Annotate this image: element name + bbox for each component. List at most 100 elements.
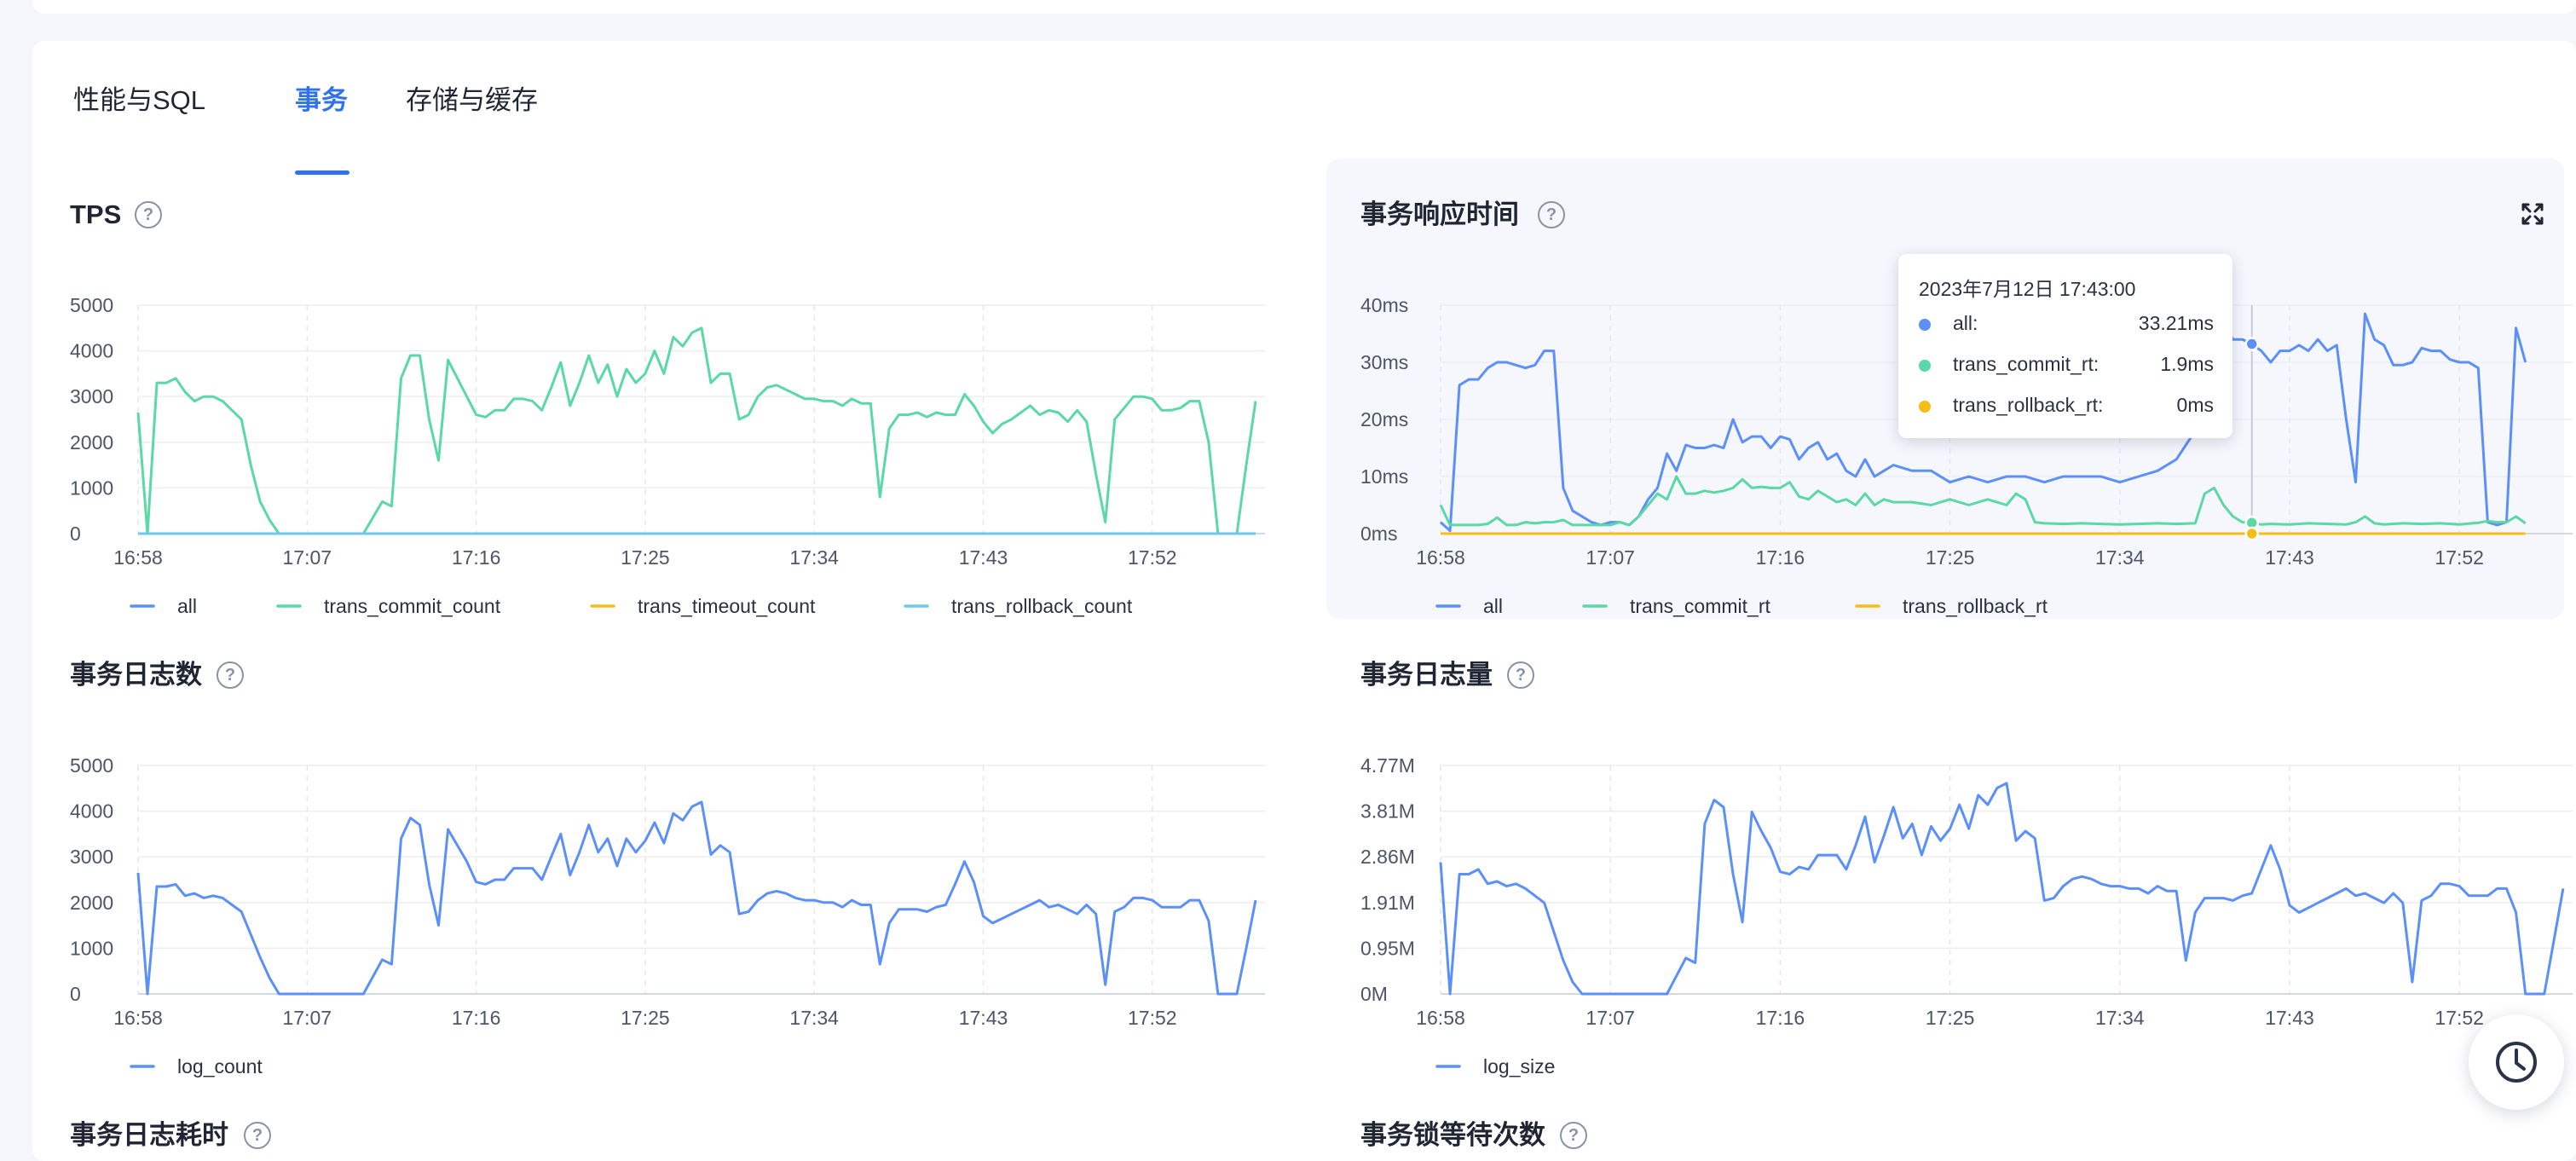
y-tick-label: 3.81M [1360,800,1415,823]
x-tick-label: 16:58 [1416,1007,1465,1029]
crosshair-point [2244,526,2259,541]
tps-chart: 0 1000 2000 3000 4000 5000 16:58 17:07 17:16 17:2… [70,294,1265,617]
x-tick-label: 17:25 [621,1007,670,1029]
tooltip-row: all: 33.21ms [1919,312,2214,338]
x-tick-label: 17:16 [1756,1007,1805,1029]
legend-item-trans_commit_rt[interactable]: trans_commit_rt [1582,595,1770,617]
tooltip-series-name: all: [1953,312,1978,334]
y-tick-label: 2000 [70,431,113,453]
chart-tooltip: 2023年7月12日 17:43:00 all: 33.21ms trans_c… [1898,254,2232,438]
x-tick-label: 17:16 [1756,546,1805,569]
y-tick-label: 5000 [70,754,113,777]
tab-performance-sql[interactable]: 性能与SQL [73,75,205,126]
tooltip-row: trans_rollback_rt: 0ms [1919,394,2214,419]
legend-label: trans_commit_count [324,595,501,617]
legend-item-trans_timeout_count[interactable]: trans_timeout_count [590,595,816,617]
y-tick-label: 40ms [1360,294,1408,316]
legend-label: log_count [177,1055,263,1077]
panel-title: 事务日志耗时 [70,1120,228,1150]
x-tick-label: 17:16 [452,1007,501,1029]
active-tab-indicator [295,170,349,175]
tooltip-title: 2023年7月12日 17:43:00 [1919,278,2136,300]
legend-item-log_count[interactable]: log_count [130,1055,263,1077]
legend-item-all[interactable]: all [1435,595,1503,617]
y-tick-label: 4000 [70,340,113,362]
tooltip-series-value: 33.21ms [2138,312,2214,334]
tooltip-row: trans_commit_rt: 1.9ms [1919,353,2214,378]
x-tick-label: 17:43 [959,1007,1008,1029]
legend-item-all[interactable]: all [130,595,197,617]
x-tick-label: 16:58 [1416,546,1465,569]
y-tick-label: 2.86M [1360,846,1415,868]
expand-icon[interactable] [2521,203,2544,225]
help-icon[interactable]: ? [217,661,244,689]
legend-label: trans_rollback_count [951,595,1133,617]
y-tick-label: 4.77M [1360,754,1415,777]
panel-title: 事务响应时间 [1360,199,1519,229]
panel-title: 事务锁等待次数 [1360,1120,1545,1150]
history-button[interactable] [2469,1014,2564,1110]
tab-transaction[interactable]: 事务 [295,75,348,126]
series-dot-icon [1919,401,1931,413]
panel-title: TPS [70,199,122,229]
monitor-card: 性能与SQL 事务 存储与缓存 TPS ? 0 1000 2000 3000 4000 5… [32,41,2576,1161]
x-tick-label: 17:43 [959,546,1008,569]
x-tick-label: 16:58 [113,546,163,569]
legend-label: trans_rollback_rt [1903,595,2048,617]
x-tick-label: 17:43 [2265,546,2314,569]
legend-item-trans_rollback_rt[interactable]: trans_rollback_rt [1855,595,2048,617]
tab-storage-cache[interactable]: 存储与缓存 [406,75,538,126]
x-tick-label: 17:16 [452,546,501,569]
log-time-panel: 事务日志耗时 ? [32,1098,1311,1161]
x-tick-label: 17:25 [1926,1007,1975,1029]
help-icon[interactable]: ? [1507,661,1534,689]
log-size-chart: 0M 0.95M 1.91M 2.86M 3.81M 4.77M 16:58 17:07 17:… [1360,754,2573,1077]
log-count-panel: 事务日志数 ? [32,638,1311,706]
crosshair-point [2244,337,2259,351]
x-tick-label: 17:07 [283,1007,332,1029]
legend-item-trans_rollback_count[interactable]: trans_rollback_count [904,595,1133,617]
help-icon[interactable]: ? [1560,1122,1587,1149]
panel-title: 事务日志数 [70,660,202,690]
series-line-trans_commit_count [136,326,1257,535]
x-tick-label: 17:34 [789,1007,839,1029]
y-tick-label: 0M [1360,983,1388,1005]
log-count-chart: 0 1000 2000 3000 4000 5000 16:58 17:07 17:16 17:2… [70,754,1265,1077]
x-tick-label: 17:34 [2095,546,2145,569]
y-tick-label: 10ms [1360,465,1408,488]
legend-label: all [177,595,197,617]
y-tick-label: 5000 [70,294,113,316]
y-tick-label: 20ms [1360,408,1408,430]
lock-wait-panel: 事务锁等待次数 ? [1326,1098,2564,1161]
x-tick-label: 17:52 [1128,546,1177,569]
x-tick-label: 17:52 [2434,546,2484,569]
series-line-trans_commit_rt [1439,475,2527,527]
y-tick-label: 3000 [70,385,113,407]
y-tick-label: 0.95M [1360,937,1415,959]
tooltip-series-name: trans_rollback_rt: [1953,394,2104,416]
log-size-panel: 事务日志量 ? [1326,638,2564,706]
legend-item-trans_commit_count[interactable]: trans_commit_count [276,595,501,617]
help-icon[interactable]: ? [244,1122,271,1149]
x-tick-label: 17:43 [2265,1007,2314,1029]
x-tick-label: 17:34 [2095,1007,2145,1029]
legend-label: log_size [1483,1055,1555,1077]
help-icon[interactable]: ? [135,201,162,228]
tooltip-series-name: trans_commit_rt: [1953,353,2099,375]
legend-label: trans_commit_rt [1630,595,1770,617]
help-icon[interactable]: ? [1538,201,1565,228]
x-tick-label: 16:58 [113,1007,163,1029]
y-tick-label: 0 [70,523,81,545]
tooltip-series-value: 1.9ms [2160,353,2214,375]
y-tick-label: 0ms [1360,523,1397,545]
series-line-log_count [136,800,1257,996]
panel-title: 事务日志量 [1360,660,1493,690]
x-tick-label: 17:07 [1585,1007,1635,1029]
x-tick-label: 17:34 [789,546,839,569]
legend-item-log_size[interactable]: log_size [1435,1055,1555,1077]
tooltip-series-value: 0ms [2176,394,2214,416]
previous-section-card [32,0,2576,14]
y-tick-label: 0 [70,983,81,1005]
legend-label: all [1483,595,1503,617]
y-tick-label: 3000 [70,846,113,868]
